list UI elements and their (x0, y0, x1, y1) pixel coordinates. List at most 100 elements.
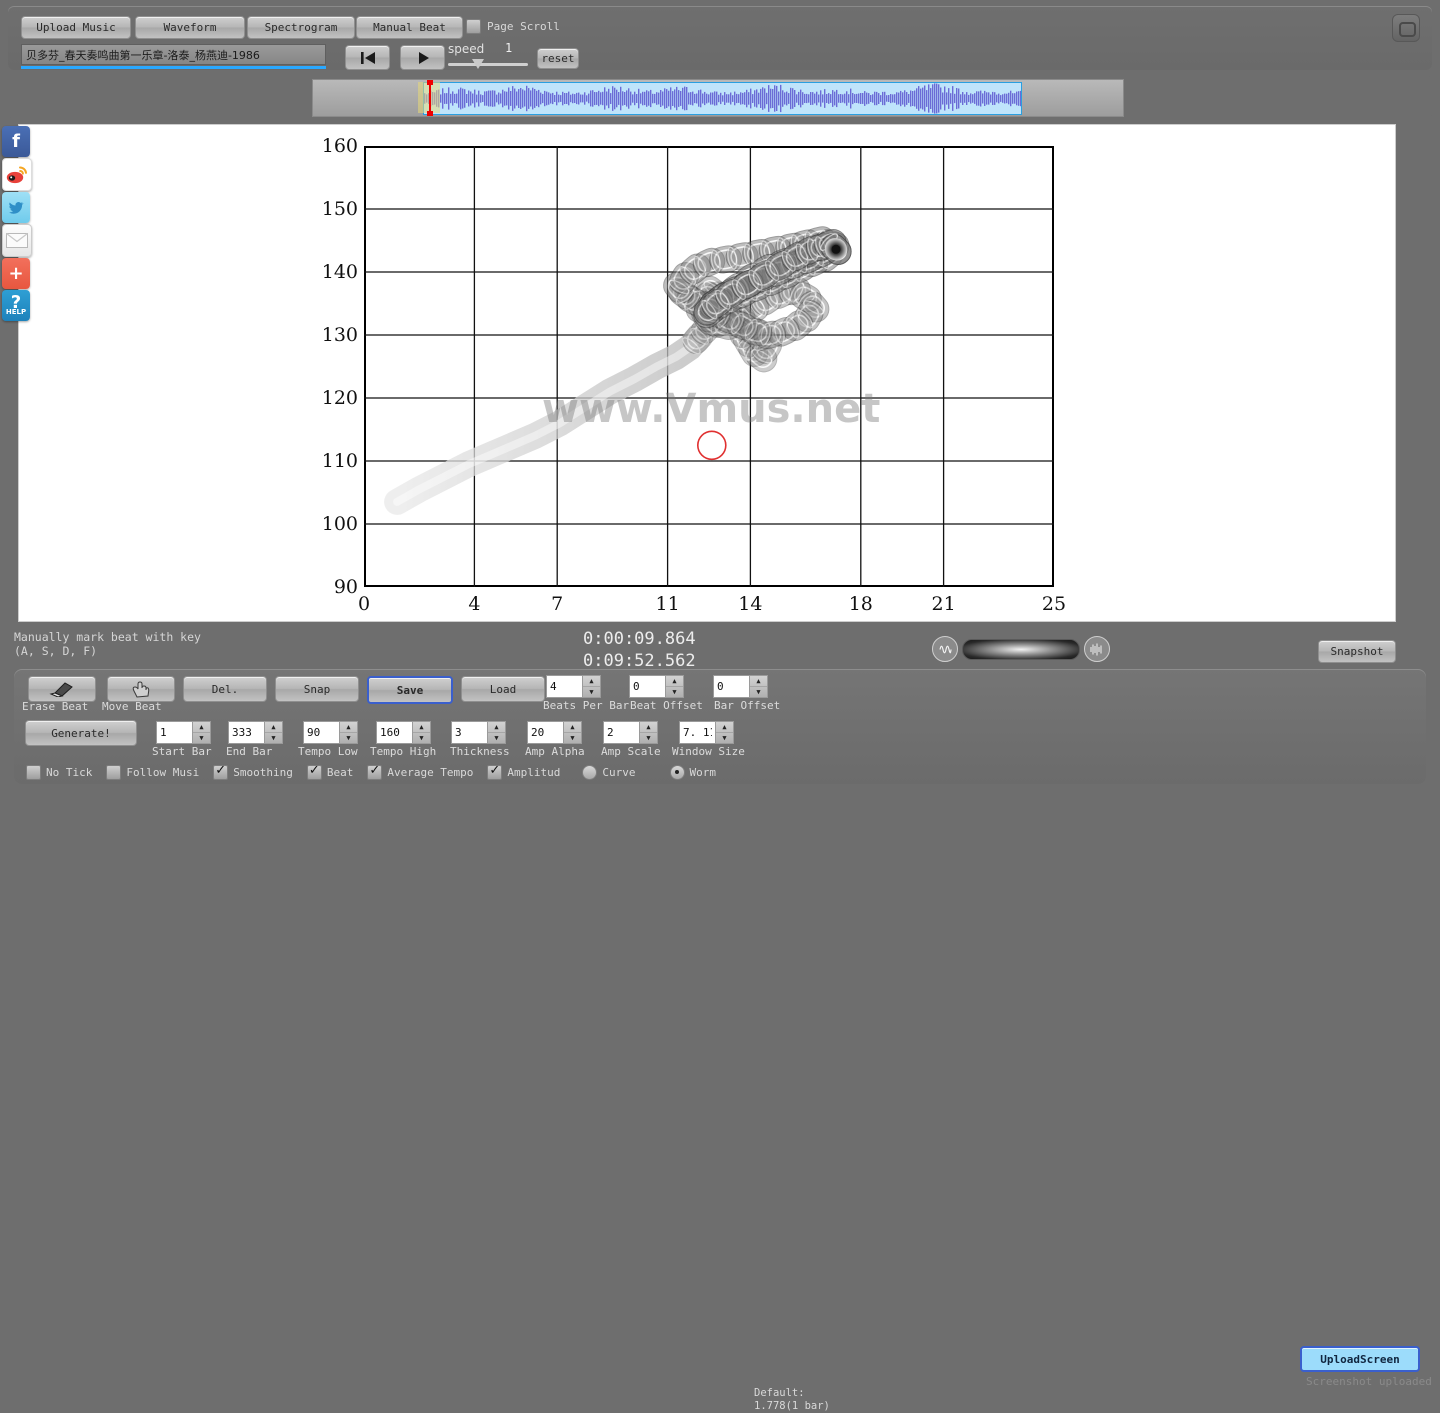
tempo-low-stepper[interactable]: ▲ ▼ (339, 721, 358, 744)
beats-per-bar-input[interactable] (546, 675, 582, 698)
thickness-stepper[interactable]: ▲ ▼ (487, 721, 506, 744)
worm-option[interactable]: Worm (669, 765, 716, 780)
window-size-stepper[interactable]: ▲ ▼ (715, 721, 734, 744)
spectrogram-button[interactable]: Spectrogram (247, 16, 355, 39)
tempo-low-decrement[interactable]: ▼ (340, 733, 357, 743)
tempo-high-input[interactable] (376, 721, 412, 744)
email-icon[interactable] (2, 224, 32, 257)
curve-option[interactable]: Curve (582, 765, 636, 780)
waveform-low-icon[interactable] (932, 636, 958, 662)
amp-alpha-increment[interactable]: ▲ (564, 722, 581, 733)
amp-alpha-decrement[interactable]: ▼ (564, 733, 581, 743)
window-size-input[interactable] (679, 721, 715, 744)
curve-radio[interactable] (582, 765, 598, 780)
bar-offset-spinner[interactable]: ▲▼ (713, 675, 768, 698)
start-bar-decrement[interactable]: ▼ (193, 733, 210, 743)
page-scroll-option[interactable]: Page Scroll (466, 19, 560, 34)
follow-music-option[interactable]: Follow Musi (106, 765, 199, 780)
average-tempo-option[interactable]: Average Tempo (367, 763, 473, 780)
tempo-high-increment[interactable]: ▲ (413, 722, 430, 733)
beat-offset-input[interactable] (629, 675, 665, 698)
waveform-button[interactable]: Waveform (135, 16, 245, 39)
share-plus-icon[interactable]: + (2, 258, 30, 289)
beat-offset-increment[interactable]: ▲ (666, 676, 683, 687)
beat-option[interactable]: Beat (306, 763, 353, 780)
upload-screen-button[interactable]: UploadScreen (1300, 1346, 1420, 1372)
delete-button[interactable]: Del. (183, 676, 267, 702)
beats-per-bar-spinner[interactable]: ▲▼ (546, 675, 601, 698)
beat-offset-decrement[interactable]: ▼ (666, 687, 683, 697)
help-icon[interactable]: ? HELP (2, 290, 30, 321)
end-bar-decrement[interactable]: ▼ (265, 733, 282, 743)
start-bar-spinner[interactable]: ▲▼ (156, 721, 211, 744)
start-bar-input[interactable] (156, 721, 192, 744)
follow-music-checkbox[interactable] (106, 765, 122, 780)
beats-per-bar-increment[interactable]: ▲ (583, 676, 600, 687)
amp-scale-input[interactable] (603, 721, 639, 744)
tempo-low-input[interactable] (303, 721, 339, 744)
overview-playhead-cursor[interactable] (427, 80, 433, 116)
weibo-icon[interactable] (2, 158, 32, 191)
amp-scale-stepper[interactable]: ▲ ▼ (639, 721, 658, 744)
tempo-low-spinner[interactable]: ▲▼ (303, 721, 358, 744)
no-tick-checkbox[interactable] (26, 765, 41, 780)
manual-beat-button[interactable]: Manual Beat (356, 16, 463, 39)
speed-slider-knob[interactable] (472, 59, 484, 69)
beat-checkbox[interactable] (306, 763, 322, 780)
end-bar-increment[interactable]: ▲ (265, 722, 282, 733)
play-button[interactable] (400, 45, 445, 70)
file-name-input[interactable] (21, 44, 326, 65)
worm-radio[interactable] (669, 765, 685, 780)
thickness-spinner[interactable]: ▲▼ (451, 721, 506, 744)
tempo-low-increment[interactable]: ▲ (340, 722, 357, 733)
smoothing-option[interactable]: Smoothing (213, 763, 293, 780)
move-beat-button[interactable] (107, 676, 175, 702)
end-bar-spinner[interactable]: ▲▼ (228, 721, 283, 744)
amp-scale-spinner[interactable]: ▲▼ (603, 721, 658, 744)
save-button[interactable]: Save (367, 676, 453, 704)
beat-offset-spinner[interactable]: ▲▼ (629, 675, 684, 698)
generate-button[interactable]: Generate! (25, 720, 137, 746)
window-size-spinner[interactable]: ▲▼ (679, 721, 734, 744)
reset-button[interactable]: reset (537, 48, 579, 69)
bar-offset-stepper[interactable]: ▲ ▼ (749, 675, 768, 698)
snap-button[interactable]: Snap (275, 676, 359, 702)
amp-alpha-stepper[interactable]: ▲ ▼ (563, 721, 582, 744)
average-tempo-checkbox[interactable] (367, 763, 383, 780)
upload-music-button[interactable]: Upload Music (21, 16, 131, 39)
erase-beat-button[interactable] (28, 676, 96, 702)
amp-alpha-input[interactable] (527, 721, 563, 744)
amp-scale-increment[interactable]: ▲ (640, 722, 657, 733)
amplitude-checkbox[interactable] (487, 763, 503, 780)
start-bar-stepper[interactable]: ▲ ▼ (192, 721, 211, 744)
tempo-high-stepper[interactable]: ▲ ▼ (412, 721, 431, 744)
load-button[interactable]: Load (461, 676, 545, 702)
volume-slider-track[interactable] (962, 638, 1080, 660)
start-bar-increment[interactable]: ▲ (193, 722, 210, 733)
overview-waveform-track[interactable] (312, 79, 1124, 117)
speed-slider-track[interactable] (448, 63, 528, 66)
tempo-high-decrement[interactable]: ▼ (413, 733, 430, 743)
amplitude-option[interactable]: Amplitud (487, 763, 560, 780)
end-bar-input[interactable] (228, 721, 264, 744)
amp-alpha-spinner[interactable]: ▲▼ (527, 721, 582, 744)
window-size-increment[interactable]: ▲ (716, 722, 733, 733)
snapshot-button[interactable]: Snapshot (1318, 640, 1396, 663)
bar-offset-decrement[interactable]: ▼ (750, 687, 767, 697)
smoothing-checkbox[interactable] (213, 763, 229, 780)
chart-canvas[interactable]: www.Vmus.net 90 100 110 120 130 140 150 160 047… (18, 124, 1396, 622)
overview-selection[interactable] (423, 82, 1022, 115)
thickness-increment[interactable]: ▲ (488, 722, 505, 733)
beat-offset-stepper[interactable]: ▲ ▼ (665, 675, 684, 698)
thickness-decrement[interactable]: ▼ (488, 733, 505, 743)
fullscreen-icon[interactable] (1392, 14, 1420, 42)
beats-per-bar-stepper[interactable]: ▲ ▼ (582, 675, 601, 698)
facebook-icon[interactable]: f (2, 126, 30, 157)
skip-to-start-button[interactable] (345, 45, 390, 70)
no-tick-option[interactable]: No Tick (26, 765, 92, 780)
twitter-icon[interactable] (2, 192, 30, 223)
page-scroll-checkbox[interactable] (466, 19, 481, 34)
thickness-input[interactable] (451, 721, 487, 744)
amp-scale-decrement[interactable]: ▼ (640, 733, 657, 743)
bar-offset-input[interactable] (713, 675, 749, 698)
